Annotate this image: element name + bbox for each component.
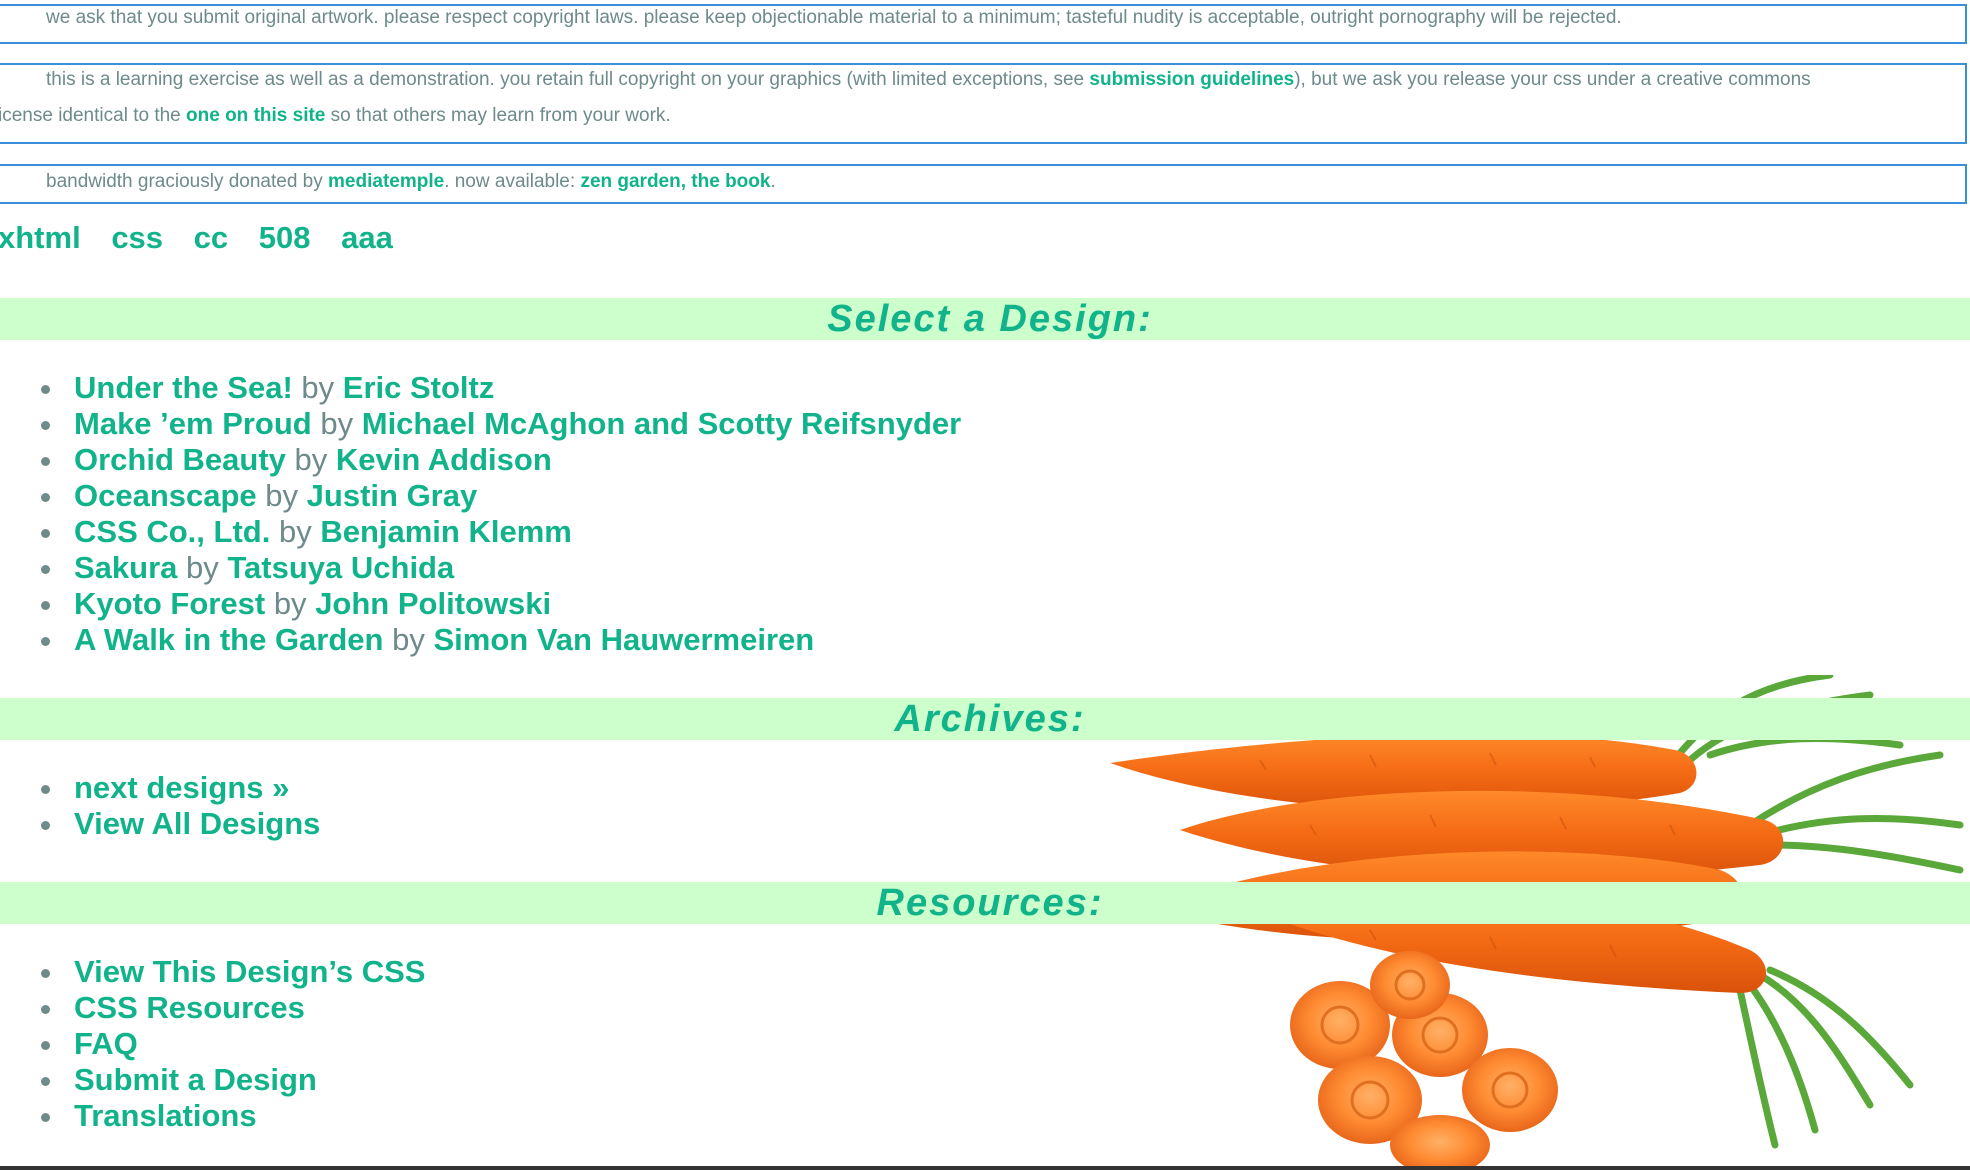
intro-text: . [770, 171, 776, 192]
designer-link[interactable]: John Politowski [315, 586, 551, 621]
submit-design-link[interactable]: Submit a Design [74, 1062, 317, 1097]
design-name-link[interactable]: Orchid Beauty [74, 442, 286, 477]
by-label: by [278, 514, 312, 549]
resources-list-item: FAQ [40, 1026, 425, 1062]
design-name-link[interactable]: Oceanscape [74, 478, 257, 513]
design-list-item: Oceanscape by Justin Gray [40, 478, 961, 514]
by-label: by [273, 586, 307, 621]
intro-box-requirements: bandwidth graciously donated by mediatem… [0, 164, 1967, 204]
resources-list: View This Design’s CSS CSS Resources FAQ… [0, 954, 425, 1134]
design-name-link[interactable]: Sakura [74, 550, 177, 585]
by-label: by [294, 442, 328, 477]
intro-text: icense identical to the [0, 105, 187, 126]
validator-aaa-link[interactable]: aaa [341, 220, 393, 255]
validator-cc-link[interactable]: cc [194, 220, 228, 255]
submission-guidelines-link[interactable]: submission guidelines [1089, 69, 1294, 90]
designer-link[interactable]: Kevin Addison [336, 442, 552, 477]
archives-header: Archives: [0, 698, 1970, 740]
design-list-item: CSS Co., Ltd. by Benjamin Klemm [40, 514, 961, 550]
validator-xhtml-link[interactable]: xhtml [0, 220, 81, 255]
designer-link[interactable]: Eric Stoltz [343, 370, 495, 405]
design-list-item: Sakura by Tatsuya Uchida [40, 550, 961, 586]
intro-text: ), but we ask you release your css under… [1294, 69, 1811, 90]
intro-paragraph-2-cont: icense identical to the one on this site… [0, 95, 1965, 137]
resources-list-item: View This Design’s CSS [40, 954, 425, 990]
design-list-item: Orchid Beauty by Kevin Addison [40, 442, 961, 478]
license-link[interactable]: one on this site [186, 105, 325, 126]
design-list-item: Make ’em Proud by Michael McAghon and Sc… [40, 406, 961, 442]
intro-text: . now available: [444, 171, 581, 192]
validator-508-link[interactable]: 508 [259, 220, 311, 255]
select-design-title: Select a Design: [827, 298, 1153, 340]
design-list: Under the Sea! by Eric Stoltz Make ’em P… [0, 370, 961, 658]
design-name-link[interactable]: Kyoto Forest [74, 586, 265, 621]
intro-box-participation: we ask that you submit original artwork.… [0, 4, 1967, 44]
designer-link[interactable]: Simon Van Hauwermeiren [433, 622, 814, 657]
designer-link[interactable]: Benjamin Klemm [320, 514, 572, 549]
translations-link[interactable]: Translations [74, 1098, 257, 1133]
archives-title: Archives: [894, 698, 1086, 740]
select-design-header: Select a Design: [0, 298, 1970, 340]
zen-garden-book-link[interactable]: zen garden, the book [580, 171, 770, 192]
page: we ask that you submit original artwork.… [0, 0, 1970, 1170]
designer-link[interactable]: Tatsuya Uchida [227, 550, 454, 585]
view-css-link[interactable]: View This Design’s CSS [74, 954, 425, 989]
designer-link[interactable]: Justin Gray [307, 478, 478, 513]
intro-text: this is a learning exercise as well as a… [46, 69, 1090, 90]
resources-list-item: CSS Resources [40, 990, 425, 1026]
by-label: by [320, 406, 354, 441]
mediatemple-link[interactable]: mediatemple [328, 171, 444, 192]
faq-link[interactable]: FAQ [74, 1026, 138, 1061]
design-list-item: Kyoto Forest by John Politowski [40, 586, 961, 622]
validator-links: xhtml css cc 508 aaa [0, 220, 415, 256]
by-label: by [265, 478, 299, 513]
footer-divider [0, 1166, 1970, 1170]
design-name-link[interactable]: Make ’em Proud [74, 406, 312, 441]
intro-paragraph-1: we ask that you submit original artwork.… [46, 7, 1622, 28]
design-name-link[interactable]: CSS Co., Ltd. [74, 514, 270, 549]
design-name-link[interactable]: Under the Sea! [74, 370, 293, 405]
by-label: by [392, 622, 425, 657]
next-designs-link[interactable]: next designs » [74, 770, 289, 805]
archives-list: next designs » View All Designs [0, 770, 320, 842]
css-resources-link[interactable]: CSS Resources [74, 990, 305, 1025]
by-label: by [186, 550, 219, 585]
design-list-item: Under the Sea! by Eric Stoltz [40, 370, 961, 406]
resources-title: Resources: [876, 882, 1104, 924]
intro-text: so that others may learn from your work. [325, 105, 671, 126]
by-label: by [301, 370, 335, 405]
resources-list-item: Submit a Design [40, 1062, 425, 1098]
intro-text: bandwidth graciously donated by [46, 171, 329, 192]
validator-css-link[interactable]: css [111, 220, 163, 255]
archives-list-item: View All Designs [40, 806, 320, 842]
designer-link[interactable]: Michael McAghon and Scotty Reifsnyder [362, 406, 961, 441]
view-all-designs-link[interactable]: View All Designs [74, 806, 320, 841]
archives-list-item: next designs » [40, 770, 320, 806]
intro-paragraph-3: bandwidth graciously donated by mediatem… [0, 162, 1965, 202]
design-list-item: A Walk in the Garden by Simon Van Hauwer… [40, 622, 961, 658]
intro-box-benefits: this is a learning exercise as well as a… [0, 63, 1967, 144]
resources-list-item: Translations [40, 1098, 425, 1134]
design-name-link[interactable]: A Walk in the Garden [74, 622, 383, 657]
resources-header: Resources: [0, 882, 1970, 924]
